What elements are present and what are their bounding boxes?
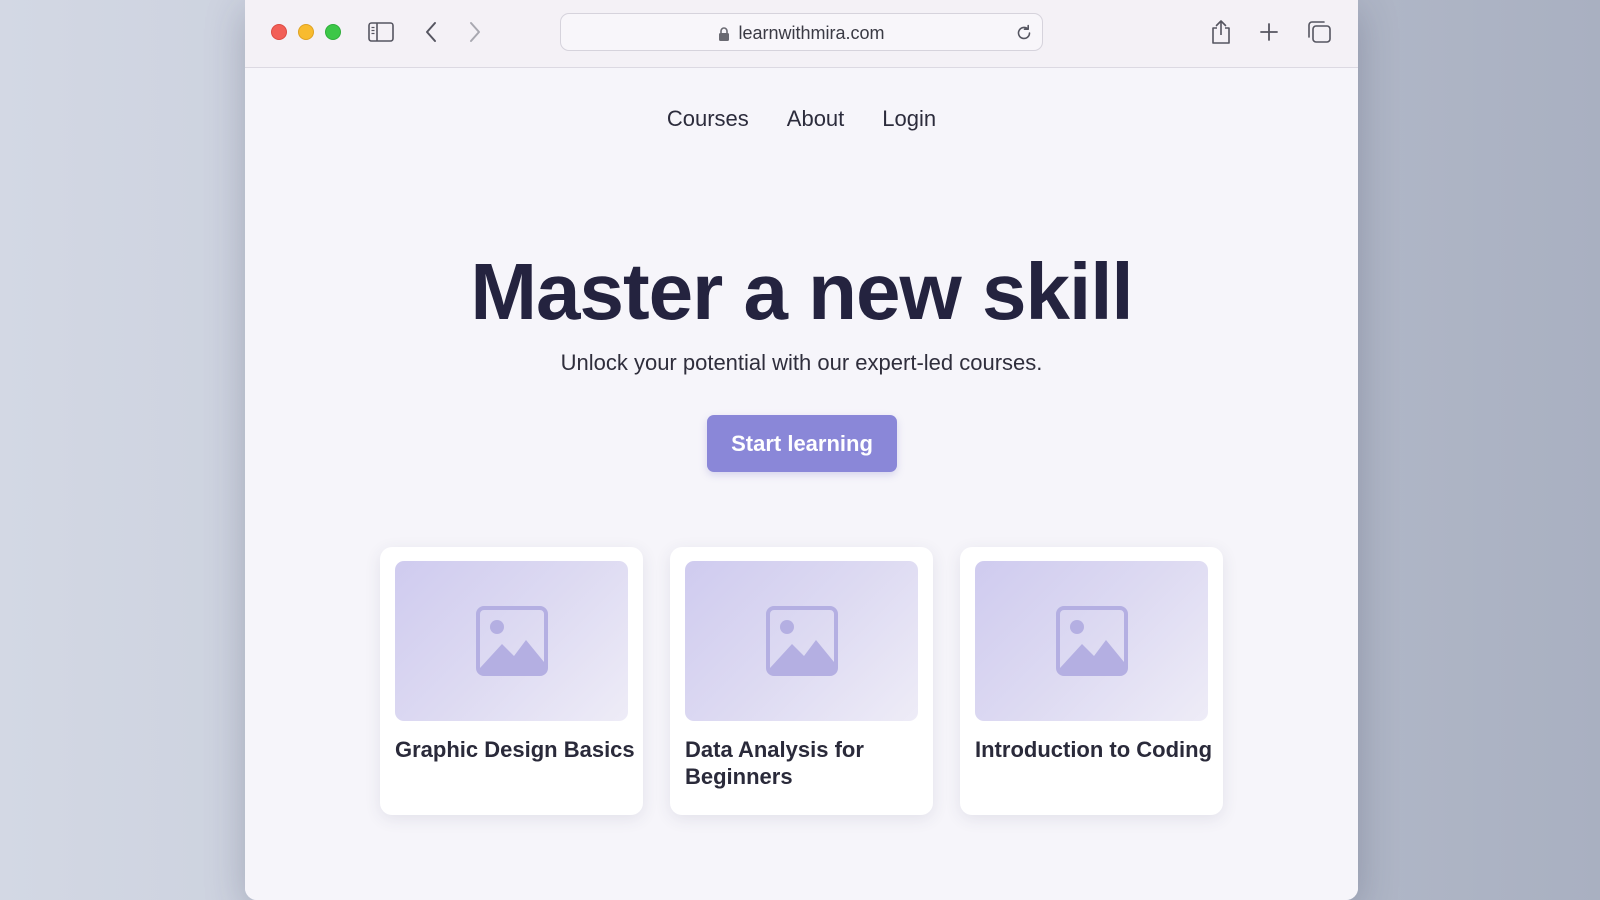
share-icon[interactable] [1207,18,1235,46]
nav-courses-link[interactable]: Courses [667,106,749,132]
image-placeholder-icon [1055,606,1128,676]
hero-subtitle: Unlock your potential with our expert-le… [560,350,1043,375]
chevron-left-icon[interactable] [417,18,445,46]
course-title: Graphic Design Basics [395,737,635,762]
nav-login-link[interactable]: Login [882,106,936,132]
plus-icon[interactable] [1255,18,1283,46]
course-thumbnail [685,561,918,721]
image-placeholder-icon [475,606,548,676]
nav-about-link[interactable]: About [787,106,845,132]
browser-toolbar: learnwithmira.com [245,0,1358,68]
page-content: Courses About Login Master a new skill U… [245,68,1358,900]
chevron-right-icon[interactable] [461,18,489,46]
top-nav: Courses About Login [245,106,1358,132]
sidebar-icon[interactable] [367,18,395,46]
image-placeholder-icon [765,606,838,676]
maximize-window-button[interactable] [325,24,341,40]
address-bar[interactable]: learnwithmira.com [560,13,1043,51]
minimize-window-button[interactable] [298,24,314,40]
course-card[interactable]: Data Analysis for Beginners [670,547,933,815]
course-title: Data Analysis for Beginners [685,737,864,789]
hero-title: Master a new skill [470,247,1133,336]
tabs-overview-icon[interactable] [1305,18,1333,46]
course-title: Introduction to Coding [975,737,1213,762]
browser-window: learnwithmira.com Courses About Login Ma… [245,0,1358,900]
course-thumbnail [975,561,1208,721]
course-cards: Graphic Design Basics Data Analysis for … [380,547,1226,817]
reload-icon[interactable] [1014,23,1034,43]
url-text: learnwithmira.com [738,22,885,43]
course-thumbnail [395,561,628,721]
course-card[interactable]: Introduction to Coding [960,547,1223,815]
close-window-button[interactable] [271,24,287,40]
lock-icon [718,26,730,41]
start-learning-button[interactable]: Start learning [707,415,897,472]
course-card[interactable]: Graphic Design Basics [380,547,643,815]
